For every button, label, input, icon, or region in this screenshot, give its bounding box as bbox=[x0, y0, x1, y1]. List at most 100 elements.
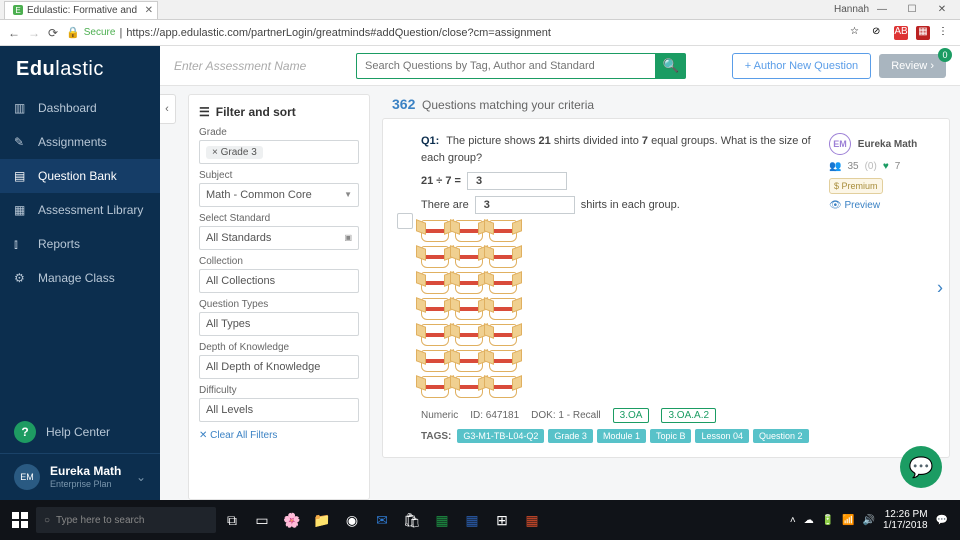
subject-select[interactable]: Math - Common Core▼ bbox=[199, 183, 359, 207]
store-icon[interactable]: 🛍 bbox=[398, 506, 426, 534]
results-count: 362 bbox=[392, 96, 415, 112]
filter-label-subject: Subject bbox=[199, 170, 359, 181]
nav-reload-icon[interactable]: ⟳ bbox=[48, 26, 58, 40]
question-types-select[interactable]: All Types bbox=[199, 312, 359, 336]
tab-close-icon[interactable]: ✕ bbox=[145, 5, 153, 16]
question-text: Q1: The picture shows 21 shirts divided … bbox=[421, 133, 817, 166]
assessment-name-input[interactable]: Enter Assessment Name bbox=[174, 59, 344, 73]
browser-tab[interactable]: E Edulastic: Formative and ✕ bbox=[4, 1, 158, 19]
class-icon: ⚙ bbox=[14, 271, 28, 285]
select-question-checkbox[interactable] bbox=[397, 213, 413, 229]
results-count-label: Questions matching your criteria bbox=[422, 98, 594, 112]
notifications-icon[interactable]: 💬 bbox=[936, 515, 948, 526]
menu-icon[interactable]: ⋮ bbox=[938, 26, 952, 40]
answer-input-1[interactable]: 3 bbox=[467, 172, 567, 190]
file-explorer-icon[interactable]: 📁 bbox=[308, 506, 336, 534]
filter-label-qtypes: Question Types bbox=[199, 299, 359, 310]
help-center-label: Help Center bbox=[46, 425, 110, 439]
sidebar: Edulastic ▥Dashboard ✎Assignments ▤Quest… bbox=[0, 46, 160, 500]
sidebar-item-assignments[interactable]: ✎Assignments bbox=[0, 125, 160, 159]
collection-select[interactable]: All Collections bbox=[199, 269, 359, 293]
pdf-icon[interactable]: ▦ bbox=[916, 26, 930, 40]
help-center-link[interactable]: ? Help Center bbox=[0, 411, 160, 453]
hearts-count: 7 bbox=[895, 161, 901, 172]
question-source: EM Eureka Math 👥 35 (0) ♥ 7 $ Premium 👁 … bbox=[825, 133, 935, 443]
taskbar-app-icon[interactable]: ▭ bbox=[248, 506, 276, 534]
sidebar-item-dashboard[interactable]: ▥ Dashboard bbox=[0, 91, 160, 125]
author-new-question-button[interactable]: + Author New Question bbox=[732, 53, 871, 79]
tag[interactable]: G3-M1-TB-L04-Q2 bbox=[457, 429, 544, 443]
window-minimize-icon[interactable]: — bbox=[872, 4, 892, 15]
source-avatar: EM bbox=[829, 133, 851, 155]
review-count-badge: 0 bbox=[938, 48, 952, 62]
cortana-icon: ○ bbox=[44, 515, 50, 526]
cloud-icon[interactable]: ☁ bbox=[804, 515, 814, 526]
sidebar-item-question-bank[interactable]: ▤Question Bank bbox=[0, 159, 160, 193]
dashboard-icon: ▥ bbox=[14, 101, 28, 115]
volume-icon[interactable]: 🔊 bbox=[863, 515, 875, 526]
url-text: https://app.edulastic.com/partnerLogin/g… bbox=[126, 27, 551, 39]
tag[interactable]: Question 2 bbox=[753, 429, 809, 443]
taskbar-clock[interactable]: 12:26 PM 1/17/2018 bbox=[883, 509, 928, 531]
search-button[interactable]: 🔍 bbox=[656, 53, 686, 79]
browser-address-bar: ← → ⟳ 🔒 Secure | https://app.edulastic.c… bbox=[0, 20, 960, 46]
star-icon[interactable]: ☆ bbox=[850, 26, 864, 40]
taskbar-app-icon[interactable]: ⊞ bbox=[488, 506, 516, 534]
review-button[interactable]: Review › 0 bbox=[879, 54, 946, 78]
sidebar-item-label: Assignments bbox=[38, 135, 107, 149]
sidebar-item-label: Dashboard bbox=[38, 101, 97, 115]
next-question-arrow-icon[interactable]: › bbox=[937, 278, 943, 299]
difficulty-select[interactable]: All Levels bbox=[199, 398, 359, 422]
tag[interactable]: Grade 3 bbox=[548, 429, 593, 443]
window-maximize-icon[interactable]: ☐ bbox=[902, 4, 922, 15]
adblock-icon[interactable]: AB bbox=[894, 26, 908, 40]
filter-label-difficulty: Difficulty bbox=[199, 385, 359, 396]
battery-icon[interactable]: 🔋 bbox=[822, 515, 834, 526]
dok-select[interactable]: All Depth of Knowledge bbox=[199, 355, 359, 379]
wifi-icon[interactable]: 📶 bbox=[842, 515, 854, 526]
taskbar-app-icon[interactable]: 🌸 bbox=[278, 506, 306, 534]
task-view-icon[interactable]: ⧉ bbox=[218, 506, 246, 534]
nav-forward-icon[interactable]: → bbox=[28, 26, 40, 40]
reports-icon: ⫾ bbox=[14, 237, 28, 251]
taskbar-search[interactable]: ○ Type here to search bbox=[36, 507, 216, 533]
sidebar-item-manage-class[interactable]: ⚙Manage Class bbox=[0, 261, 160, 295]
preview-link[interactable]: 👁 Preview bbox=[829, 200, 935, 211]
tag[interactable]: Topic B bbox=[650, 429, 692, 443]
profile-menu[interactable]: EM Eureka Math Enterprise Plan ⌄ bbox=[0, 453, 160, 500]
filter-label-standard: Select Standard bbox=[199, 213, 359, 224]
tray-up-icon[interactable]: ˄ bbox=[790, 515, 796, 526]
start-button[interactable] bbox=[6, 506, 34, 534]
taskbar-search-placeholder: Type here to search bbox=[56, 515, 144, 526]
excel-icon[interactable]: ▦ bbox=[428, 506, 456, 534]
sidebar-item-label: Reports bbox=[38, 237, 80, 251]
sidebar-item-assessment-library[interactable]: ▦Assessment Library bbox=[0, 193, 160, 227]
users-icon: 👥 bbox=[829, 161, 841, 172]
block-icon[interactable]: ⊘ bbox=[872, 26, 886, 40]
filter-label-dok: Depth of Knowledge bbox=[199, 342, 359, 353]
collapse-filter-button[interactable]: ‹ bbox=[160, 94, 176, 124]
grade-select[interactable]: × Grade 3 bbox=[199, 140, 359, 164]
search-input[interactable] bbox=[356, 53, 656, 79]
chrome-icon[interactable]: ◉ bbox=[338, 506, 366, 534]
standard-select[interactable]: All Standards▣ bbox=[199, 226, 359, 250]
answer-input-2[interactable]: 3 bbox=[475, 196, 575, 214]
shirt-image-grid bbox=[421, 220, 817, 398]
system-tray: ˄ ☁ 🔋 📶 🔊 12:26 PM 1/17/2018 💬 bbox=[790, 509, 954, 531]
chevron-down-icon: ⌄ bbox=[136, 470, 146, 484]
tag[interactable]: Module 1 bbox=[597, 429, 646, 443]
standard-tag[interactable]: 3.OA bbox=[613, 408, 650, 423]
chat-fab[interactable]: 💬 bbox=[900, 446, 942, 488]
standard-tag[interactable]: 3.OA.A.2 bbox=[661, 408, 716, 423]
tag[interactable]: Lesson 04 bbox=[695, 429, 749, 443]
word-icon[interactable]: ▦ bbox=[458, 506, 486, 534]
sidebar-item-reports[interactable]: ⫾ Reports bbox=[0, 227, 160, 261]
users-count: 35 bbox=[847, 161, 858, 172]
url-field[interactable]: 🔒 Secure | https://app.edulastic.com/par… bbox=[66, 26, 842, 39]
outlook-icon[interactable]: ✉ bbox=[368, 506, 396, 534]
powerpoint-icon[interactable]: ▦ bbox=[518, 506, 546, 534]
clear-filters-link[interactable]: ✕ Clear All Filters bbox=[199, 430, 277, 441]
nav-back-icon[interactable]: ← bbox=[8, 26, 20, 40]
window-close-icon[interactable]: ✕ bbox=[932, 4, 952, 15]
question-card: Q1: The picture shows 21 shirts divided … bbox=[382, 118, 950, 458]
